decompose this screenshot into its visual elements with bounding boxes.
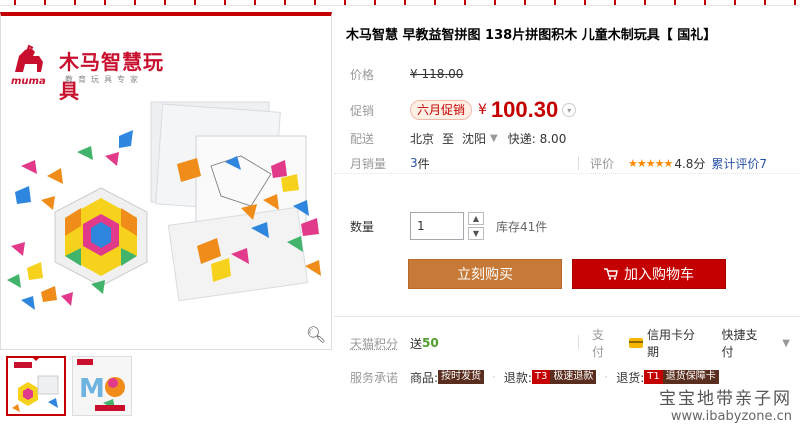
- buy-now-label: 立刻购买: [457, 267, 513, 283]
- shipping-row: 配送 北京 至 沈阳 ▼ 快递: 8.00: [350, 128, 566, 148]
- horse-logo-icon: [15, 44, 43, 72]
- product-details: 木马智慧 早教益智拼图 138片拼图积木 儿童木制玩具【 国礼】: [346, 26, 800, 46]
- sales-divider: [578, 156, 579, 170]
- site-watermark: 宝宝地带亲子网 www.ibabyzone.cn: [659, 384, 792, 424]
- return-tag[interactable]: 退货保障卡: [662, 370, 719, 384]
- return-t1-badge: T1: [644, 370, 663, 384]
- product-gallery: muma 木马智慧玩具 教育玩具专家 🔍︎ M: [0, 12, 332, 426]
- thumbnail-2[interactable]: M: [72, 356, 132, 416]
- caret-down-icon[interactable]: ▼: [490, 133, 498, 144]
- pay-label: 支付: [592, 328, 605, 359]
- promo-price-row: 促销 六月促销 ¥ 100.30 ▾: [350, 96, 577, 124]
- points-row: 天猫积分 送 50: [350, 333, 439, 353]
- promo-price: 100.30: [490, 97, 559, 122]
- promise-label: 服务承诺: [350, 370, 399, 385]
- thumbnail-strip: M: [6, 356, 132, 422]
- rating-block: 评价 ★★★★★ 4.8分 累计评价7: [590, 153, 767, 173]
- thumbnail-2-image: M: [73, 357, 131, 415]
- rating-label: 评价: [590, 156, 615, 171]
- thumbnail-active-indicator: [31, 358, 41, 361]
- original-price-row: 价格 ¥ 118.00: [350, 64, 463, 84]
- thumbnail-1-image: [12, 362, 59, 412]
- add-to-cart-label: 加入购物车: [624, 267, 694, 283]
- watermark-name: 宝宝地带亲子网: [659, 389, 792, 409]
- points-give: 送: [410, 336, 423, 351]
- quantity-row: 数量 ▲ ▼ 库存41件: [350, 212, 547, 240]
- cart-icon: [604, 268, 618, 280]
- return-label: 退货:: [616, 370, 645, 385]
- original-price: ¥ 118.00: [410, 67, 464, 81]
- quantity-label: 数量: [350, 219, 375, 234]
- top-decor-strip: [0, 0, 800, 6]
- dot-separator: ·: [604, 370, 609, 384]
- thumbnail-1[interactable]: [6, 356, 66, 416]
- quantity-input[interactable]: [410, 212, 464, 240]
- monthly-sales-unit: 件: [417, 156, 430, 171]
- monthly-sales-label: 月销量: [350, 156, 387, 171]
- monthly-sales-count[interactable]: 3: [410, 156, 418, 170]
- ship-from: 北京: [410, 131, 435, 146]
- caret-down-icon[interactable]: ▼: [782, 338, 790, 349]
- dot-separator: ·: [492, 370, 496, 384]
- goods-tag[interactable]: 按时发货: [438, 370, 485, 384]
- total-reviews-link[interactable]: 累计评价7: [711, 155, 767, 172]
- price-label: 价格: [350, 67, 375, 82]
- quantity-stepper: ▲ ▼: [468, 212, 484, 240]
- svg-text:M: M: [79, 374, 105, 404]
- shipping-label: 配送: [350, 131, 375, 146]
- puzzle-product-photo: [7, 101, 321, 310]
- refund-t3-badge: T3: [531, 370, 551, 384]
- brand-tagline: 教育玩具专家: [65, 75, 143, 84]
- promo-label: 促销: [350, 103, 375, 118]
- add-to-cart-button[interactable]: 加入购物车: [572, 259, 726, 289]
- points-label[interactable]: 天猫积分: [350, 335, 410, 352]
- ship-to-select[interactable]: 沈阳: [462, 130, 486, 147]
- zoom-icon[interactable]: 🔍︎: [305, 323, 327, 345]
- decrease-button[interactable]: ▼: [468, 227, 484, 240]
- brand-logo: muma 木马智慧玩具 教育玩具专家: [9, 42, 179, 103]
- hexagon-board: [54, 187, 148, 287]
- goods-label: 商品:: [410, 370, 439, 385]
- refund-tag[interactable]: 极速退款: [550, 370, 597, 384]
- brand-latin: muma: [11, 76, 46, 87]
- watermark-url: www.ibabyzone.cn: [670, 409, 792, 424]
- pay-quick[interactable]: 快捷支付: [722, 326, 769, 360]
- product-title: 木马智慧 早教益智拼图 138片拼图积木 儿童木制玩具【 国礼】: [346, 28, 717, 43]
- sales-row: 月销量 3 件 评价 ★★★★★ 4.8分 累计评价7: [334, 152, 800, 174]
- pay-installment[interactable]: 信用卡分期: [647, 326, 705, 360]
- currency-symbol: ¥: [478, 102, 487, 118]
- payment-row: 支付 信用卡分期 快捷支付 ▼: [592, 328, 800, 359]
- credit-card-icon: [629, 338, 644, 348]
- stock-count: 库存41件: [496, 219, 548, 234]
- pay-divider: [578, 335, 579, 349]
- buy-now-button[interactable]: 立刻购买: [408, 259, 562, 289]
- main-product-image[interactable]: muma 木马智慧玩具 教育玩具专家 🔍︎: [0, 12, 332, 350]
- promo-tag: 六月促销: [410, 100, 473, 120]
- ship-to-word: 至: [442, 131, 455, 146]
- rating-stars-icon: ★★★★★: [628, 156, 673, 170]
- increase-button[interactable]: ▲: [468, 212, 484, 225]
- rating-score: 4.8分: [674, 156, 706, 171]
- monthly-sales: 月销量 3 件: [350, 153, 430, 173]
- express-fee: 快递: 8.00: [507, 131, 567, 146]
- refund-label: 退款:: [503, 370, 532, 385]
- points-value: 50: [422, 336, 439, 350]
- chevron-down-icon[interactable]: ▾: [562, 103, 577, 117]
